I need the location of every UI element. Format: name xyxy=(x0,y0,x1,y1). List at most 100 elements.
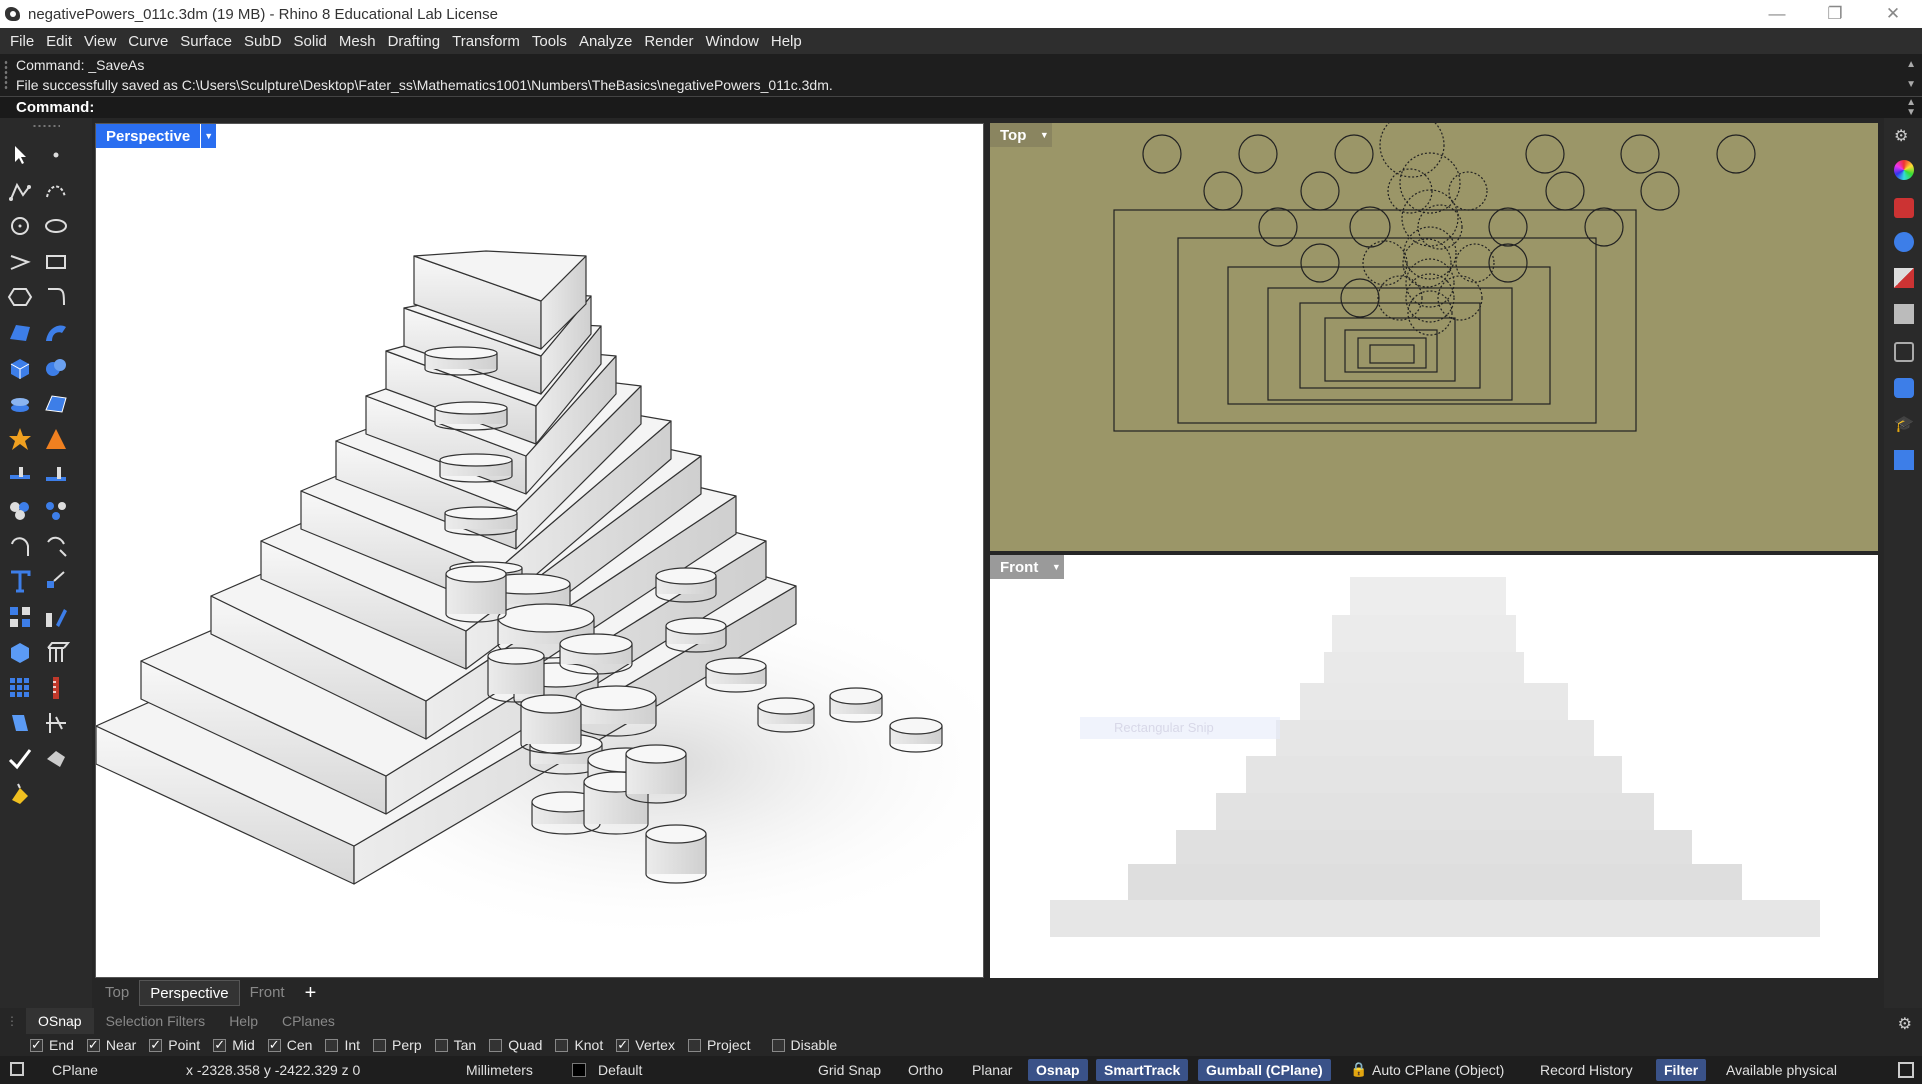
history-scroll-icon[interactable]: ▲ ▼ xyxy=(1906,60,1916,90)
menu-file[interactable]: File xyxy=(4,33,40,50)
front-viewport-tab[interactable]: Front ▼ xyxy=(990,555,1065,579)
checkbox[interactable] xyxy=(373,1038,387,1052)
tab-top[interactable]: Top xyxy=(95,980,139,1006)
tab-help[interactable]: Help xyxy=(217,1008,270,1034)
menu-mesh[interactable]: Mesh xyxy=(333,33,382,50)
help-icon[interactable] xyxy=(1894,450,1914,470)
explode-icon[interactable] xyxy=(5,424,35,454)
menu-view[interactable]: View xyxy=(78,33,122,50)
block-icon[interactable] xyxy=(41,744,71,774)
top-viewport[interactable]: Top ▼ xyxy=(990,123,1878,551)
tab-osnap[interactable]: OSnap xyxy=(26,1008,94,1034)
viewport-title[interactable]: Front xyxy=(990,555,1049,579)
osnap-mid[interactable]: Mid xyxy=(213,1037,255,1053)
panel-grip-icon[interactable]: ⋮ xyxy=(6,1014,18,1028)
perspective-viewport-tab[interactable]: Perspective ▼ xyxy=(96,124,217,148)
panel-grip-icon[interactable] xyxy=(4,60,8,90)
checkbox[interactable] xyxy=(267,1037,281,1053)
tab-selection-filters[interactable]: Selection Filters xyxy=(94,1008,218,1034)
checkbox[interactable] xyxy=(687,1038,701,1052)
minimize-button[interactable]: — xyxy=(1748,0,1806,28)
menu-surface[interactable]: Surface xyxy=(174,33,238,50)
osnap-toggle[interactable]: Osnap xyxy=(1028,1059,1088,1081)
circle-icon[interactable] xyxy=(5,211,35,241)
lock-icon[interactable]: 🔒 xyxy=(1350,1061,1367,1078)
menu-curve[interactable]: Curve xyxy=(122,33,174,50)
osnap-cen[interactable]: Cen xyxy=(267,1037,312,1053)
menu-transform[interactable]: Transform xyxy=(446,33,526,50)
checkbox[interactable] xyxy=(213,1037,227,1053)
materials-icon[interactable] xyxy=(1894,198,1914,218)
cylinder-icon[interactable] xyxy=(5,389,35,419)
osnap-vertex[interactable]: Vertex xyxy=(616,1037,675,1053)
render-tools-icon[interactable] xyxy=(1894,268,1914,288)
layer-color-swatch[interactable] xyxy=(572,1063,586,1077)
grid-icon[interactable] xyxy=(5,673,35,703)
osnap-tan[interactable]: Tan xyxy=(434,1037,476,1053)
command-spin-icon[interactable]: ▲ ▼ xyxy=(1906,98,1916,118)
layer-label[interactable]: Default xyxy=(598,1062,642,1078)
osnap-disable[interactable]: Disable xyxy=(771,1037,837,1053)
auto-cplane-toggle[interactable]: Auto CPlane (Object) xyxy=(1372,1062,1504,1078)
blocks-icon[interactable] xyxy=(1894,378,1914,398)
checkbox[interactable] xyxy=(555,1038,569,1052)
menu-drafting[interactable]: Drafting xyxy=(382,33,447,50)
array-icon[interactable] xyxy=(5,602,35,632)
ellipse-icon[interactable] xyxy=(41,211,71,241)
render-icon[interactable] xyxy=(5,708,35,738)
smarttrack-toggle[interactable]: SmartTrack xyxy=(1096,1059,1189,1081)
viewport-title[interactable]: Perspective xyxy=(96,124,201,148)
group-icon[interactable] xyxy=(5,495,35,525)
front-viewport[interactable]: Rectangular Snip Front ▼ xyxy=(990,555,1878,978)
menu-edit[interactable]: Edit xyxy=(40,33,78,50)
chevron-down-icon[interactable]: ▼ xyxy=(1048,555,1065,579)
layers-icon[interactable] xyxy=(1894,232,1914,252)
record-history-toggle[interactable]: Record History xyxy=(1540,1062,1633,1078)
polyline-icon[interactable] xyxy=(5,176,35,206)
checkbox[interactable] xyxy=(30,1037,43,1053)
panel-toggle-icon[interactable] xyxy=(1898,1062,1914,1078)
units-label[interactable]: Millimeters xyxy=(466,1062,533,1078)
learn-icon[interactable]: 🎓 xyxy=(1894,414,1914,434)
checkbox[interactable] xyxy=(489,1038,503,1052)
osnap-end[interactable]: End xyxy=(30,1037,74,1053)
checkbox[interactable] xyxy=(616,1037,630,1053)
boolean-icon[interactable] xyxy=(41,353,71,383)
command-input[interactable]: Command: ▲ ▼ xyxy=(0,96,1922,118)
gumball-toggle[interactable]: Gumball (CPlane) xyxy=(1198,1059,1331,1081)
split-icon[interactable] xyxy=(41,424,71,454)
tab-cplanes[interactable]: CPlanes xyxy=(270,1008,347,1034)
filter-toggle[interactable]: Filter xyxy=(1656,1059,1707,1081)
checkbox[interactable] xyxy=(149,1037,163,1053)
camera-icon[interactable] xyxy=(1894,342,1914,362)
drafting-icon[interactable] xyxy=(41,708,71,738)
chevron-down-icon[interactable]: ▼ xyxy=(1036,123,1053,147)
add-viewport-button[interactable]: + xyxy=(295,982,327,1005)
osnap-perp[interactable]: Perp xyxy=(373,1037,422,1053)
checkbox[interactable] xyxy=(325,1038,339,1052)
close-button[interactable]: ✕ xyxy=(1864,0,1922,28)
menu-window[interactable]: Window xyxy=(700,33,765,50)
paint-icon[interactable] xyxy=(5,779,35,809)
top-viewport-tab[interactable]: Top ▼ xyxy=(990,123,1053,147)
planar-toggle[interactable]: Planar xyxy=(972,1062,1012,1078)
top-scene[interactable] xyxy=(990,123,1878,551)
osnap-quad[interactable]: Quad xyxy=(489,1037,542,1053)
rotate-icon[interactable] xyxy=(5,531,35,561)
ungroup-icon[interactable] xyxy=(41,495,71,525)
front-scene[interactable] xyxy=(990,555,1878,978)
perspective-scene[interactable] xyxy=(96,124,984,978)
edit-pen-icon[interactable] xyxy=(41,602,71,632)
text-icon[interactable] xyxy=(5,566,35,596)
table-icon[interactable] xyxy=(1894,304,1914,324)
extrude-icon[interactable] xyxy=(41,637,71,667)
restore-button[interactable]: ❐ xyxy=(1806,0,1864,28)
checkbox[interactable] xyxy=(86,1037,100,1053)
osnap-int[interactable]: Int xyxy=(325,1037,360,1053)
grid-snap-toggle[interactable]: Grid Snap xyxy=(818,1062,881,1078)
curve-icon[interactable] xyxy=(41,176,71,206)
surface-icon[interactable] xyxy=(5,318,35,348)
color-wheel-icon[interactable] xyxy=(1894,160,1914,180)
osnap-project[interactable]: Project xyxy=(687,1037,751,1053)
menu-tools[interactable]: Tools xyxy=(526,33,573,50)
